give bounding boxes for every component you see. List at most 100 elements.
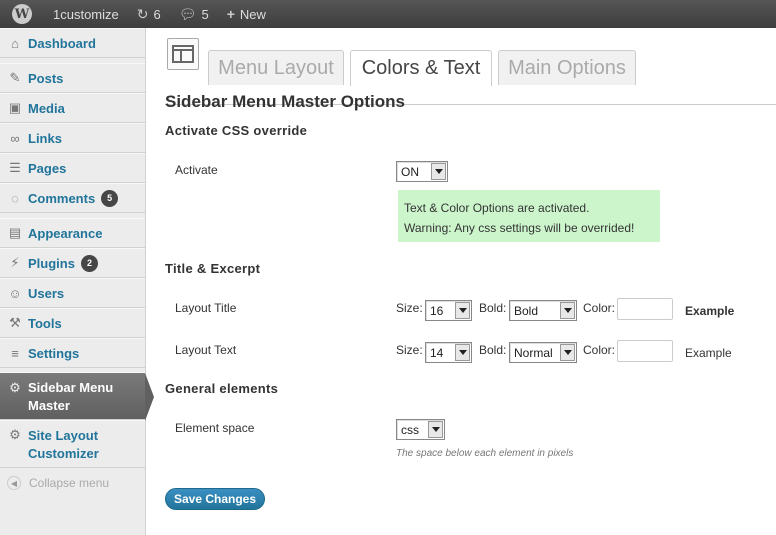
sidebar-item-label: Tools bbox=[28, 315, 62, 331]
media-icon: ▣ bbox=[8, 100, 22, 115]
element-space-label: Element space bbox=[175, 421, 255, 435]
text-bold-label: Bold: bbox=[479, 343, 507, 357]
tab-colors-text[interactable]: Colors & Text bbox=[350, 50, 492, 86]
appearance-icon: ▤ bbox=[8, 225, 22, 240]
admin-sidebar: ⌂ Dashboard ✎ Posts ▣ Media ∞ Links ☰ Pa… bbox=[0, 28, 154, 535]
sidebar-item-comments[interactable]: ◌ Comments 5 bbox=[0, 183, 145, 213]
title-size-value: 16 bbox=[430, 303, 444, 318]
updates-link[interactable]: ↻ 6 bbox=[128, 0, 170, 28]
pages-icon: ☰ bbox=[9, 160, 21, 175]
link-icon: ∞ bbox=[10, 130, 20, 146]
home-icon: ⌂ bbox=[11, 35, 19, 51]
settings-icon: ≡ bbox=[11, 345, 19, 361]
sidebar-item-settings[interactable]: ≡ Settings bbox=[0, 338, 145, 368]
new-content-link[interactable]: + New bbox=[218, 0, 275, 28]
tab-label: Menu Layout bbox=[218, 56, 334, 79]
tab-label: Colors & Text bbox=[361, 57, 481, 79]
page-title: Sidebar Menu Master Options bbox=[165, 92, 405, 111]
gear-icon: ⚙︎ bbox=[9, 380, 21, 395]
title-bold-select[interactable]: Bold bbox=[509, 300, 577, 321]
text-size-value: 14 bbox=[430, 345, 444, 360]
comments-count: 5 bbox=[201, 6, 209, 22]
sidebar-item-appearance[interactable]: ▤ Appearance bbox=[0, 218, 145, 248]
title-bold-label: Bold: bbox=[479, 301, 507, 315]
text-color-input[interactable] bbox=[617, 340, 673, 362]
activate-select[interactable]: ON bbox=[396, 161, 448, 182]
text-bold-value: Normal bbox=[514, 345, 553, 360]
section-heading-title-excerpt: Title & Excerpt bbox=[165, 261, 261, 276]
sidebar-item-label: Appearance bbox=[28, 225, 103, 241]
sidebar-item-pages[interactable]: ☰ Pages bbox=[0, 153, 145, 183]
comments-icon: ◌ bbox=[11, 190, 19, 206]
tab-menu-layout[interactable]: Menu Layout bbox=[208, 50, 344, 85]
tab-main-options[interactable]: Main Options bbox=[498, 50, 636, 85]
save-button-label: Save Changes bbox=[173, 492, 257, 506]
layout-icon bbox=[167, 38, 199, 70]
collapse-menu-label: Collapse menu bbox=[29, 476, 110, 490]
notice-warning-line: Warning: Any css settings will be overri… bbox=[404, 221, 635, 235]
users-icon: ☺ bbox=[8, 285, 22, 301]
title-size-label: Size: bbox=[396, 301, 423, 315]
activate-label: Activate bbox=[175, 163, 218, 177]
sidebar-item-site-layout-customizer[interactable]: ⚙︎ Site Layout Customizer bbox=[0, 420, 145, 468]
sidebar-item-label: Pages bbox=[28, 160, 67, 176]
site-name: 1customize bbox=[53, 6, 119, 22]
sidebar-item-links[interactable]: ∞ Links bbox=[0, 123, 145, 153]
sidebar-item-label: Plugins bbox=[28, 255, 75, 271]
layout-text-label: Layout Text bbox=[175, 343, 237, 357]
section-heading-activate: Activate CSS override bbox=[165, 123, 308, 138]
sidebar-item-label: Comments bbox=[28, 190, 96, 206]
title-bold-value: Bold bbox=[514, 303, 539, 318]
sidebar-item-posts[interactable]: ✎ Posts bbox=[0, 63, 145, 93]
chevron-down-icon bbox=[455, 302, 470, 319]
wp-logo-menu[interactable]: W bbox=[0, 0, 44, 28]
sidebar-item-media[interactable]: ▣ Media bbox=[0, 93, 145, 123]
new-label: New bbox=[239, 6, 266, 22]
sidebar-item-sidebar-menu-master[interactable]: ⚙︎ Sidebar Menu Master bbox=[0, 372, 154, 421]
element-space-hint: The space below each element in pixels bbox=[396, 448, 574, 459]
plus-icon: + bbox=[226, 6, 235, 22]
pin-icon: ✎ bbox=[9, 70, 21, 85]
activation-notice: Text & Color Options are activated. Warn… bbox=[398, 190, 660, 242]
element-space-value: css bbox=[401, 422, 419, 437]
save-changes-button[interactable]: Save Changes bbox=[165, 488, 265, 510]
title-color-label: Color: bbox=[583, 301, 616, 315]
gear-icon: ⚙︎ bbox=[9, 427, 21, 442]
site-name-link[interactable]: 1customize bbox=[44, 0, 128, 28]
title-color-input[interactable] bbox=[617, 298, 673, 320]
title-size-select[interactable]: 16 bbox=[425, 300, 472, 321]
text-color-label: Color: bbox=[583, 343, 616, 357]
sidebar-item-tools[interactable]: ⚒︎ Tools bbox=[0, 308, 145, 338]
comments-badge: 5 bbox=[101, 189, 119, 207]
chevron-down-icon bbox=[455, 344, 470, 361]
text-example: Example bbox=[685, 346, 732, 360]
comments-link[interactable]: 💬︎ 5 bbox=[170, 0, 218, 28]
sidebar-item-label: Settings bbox=[28, 345, 80, 361]
updates-count: 6 bbox=[153, 6, 161, 22]
plugins-badge: 2 bbox=[80, 254, 98, 272]
sidebar-item-dashboard[interactable]: ⌂ Dashboard bbox=[0, 28, 145, 58]
sidebar-item-plugins[interactable]: ⚡︎ Plugins 2 bbox=[0, 248, 145, 278]
sidebar-item-label: Site Layout Customizer bbox=[28, 428, 99, 461]
comment-icon: 💬︎ bbox=[178, 5, 197, 22]
sidebar-item-label: Users bbox=[28, 285, 65, 301]
refresh-icon: ↻ bbox=[136, 5, 149, 22]
collapse-arrow-icon: ◀ bbox=[7, 476, 21, 490]
sidebar-item-label: Links bbox=[28, 130, 62, 146]
admin-bar: W 1customize ↻ 6 💬︎ 5 + New bbox=[0, 0, 776, 28]
collapse-menu-button[interactable]: ◀ Collapse menu bbox=[0, 468, 145, 498]
chevron-down-icon bbox=[560, 344, 575, 361]
chevron-down-icon bbox=[428, 421, 443, 438]
layout-title-label: Layout Title bbox=[175, 301, 237, 315]
sidebar-item-label: Posts bbox=[28, 70, 64, 86]
text-bold-select[interactable]: Normal bbox=[509, 342, 577, 363]
section-heading-general: General elements bbox=[165, 381, 279, 396]
tab-label: Main Options bbox=[508, 56, 626, 79]
chevron-down-icon bbox=[431, 163, 446, 180]
sidebar-item-users[interactable]: ☺ Users bbox=[0, 278, 145, 308]
sidebar-item-label: Dashboard bbox=[28, 35, 96, 51]
text-size-select[interactable]: 14 bbox=[425, 342, 472, 363]
text-size-label: Size: bbox=[396, 343, 423, 357]
element-space-select[interactable]: css bbox=[396, 419, 445, 440]
title-example: Example bbox=[685, 304, 735, 318]
